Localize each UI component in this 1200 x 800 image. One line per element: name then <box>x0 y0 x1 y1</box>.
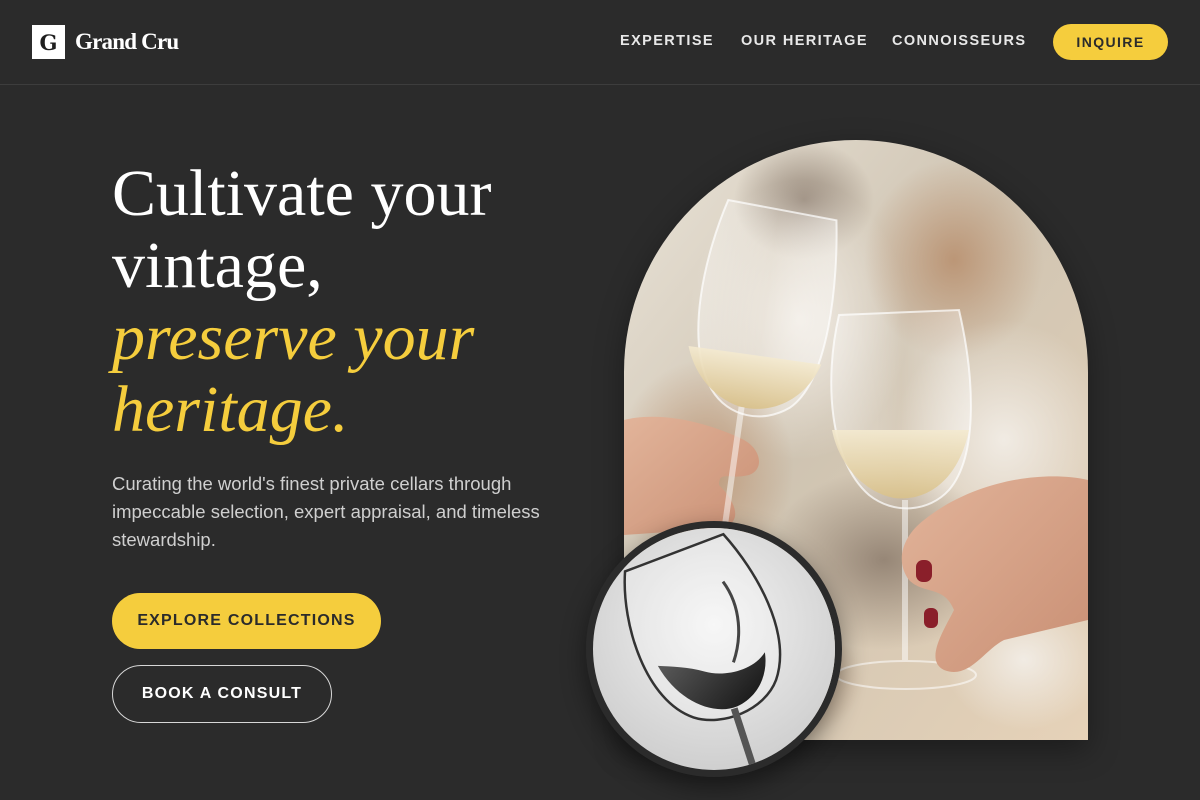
book-consult-button[interactable]: BOOK A CONSULT <box>112 665 332 723</box>
site-header: G Grand Cru EXPERTISE OUR HERITAGE CONNO… <box>0 0 1200 85</box>
inquire-button[interactable]: INQUIRE <box>1053 24 1168 60</box>
hero-title-accent-line-1: preserve your <box>112 301 475 374</box>
explore-collections-button[interactable]: EXPLORE COLLECTIONS <box>112 593 381 649</box>
nav-link-connoisseurs[interactable]: CONNOISSEURS <box>892 33 1026 49</box>
nav-link-expertise[interactable]: EXPERTISE <box>620 33 714 49</box>
brand-name: Grand Cru <box>75 29 179 54</box>
brand-logo[interactable]: G Grand Cru <box>32 25 179 59</box>
hero-title-accent-line-2: heritage. <box>112 373 349 446</box>
nav-link-our-heritage[interactable]: OUR HERITAGE <box>741 33 868 49</box>
hero-title-line-1: Cultivate your <box>112 157 492 230</box>
logo-mark: G <box>32 25 65 59</box>
hero-subtitle: Curating the world's finest private cell… <box>112 473 540 550</box>
hero-title: Cultivate your vintage, preserve your he… <box>112 158 582 446</box>
hero-title-line-2: vintage, <box>112 229 323 302</box>
wine-glass-swirl-photo <box>586 521 842 777</box>
